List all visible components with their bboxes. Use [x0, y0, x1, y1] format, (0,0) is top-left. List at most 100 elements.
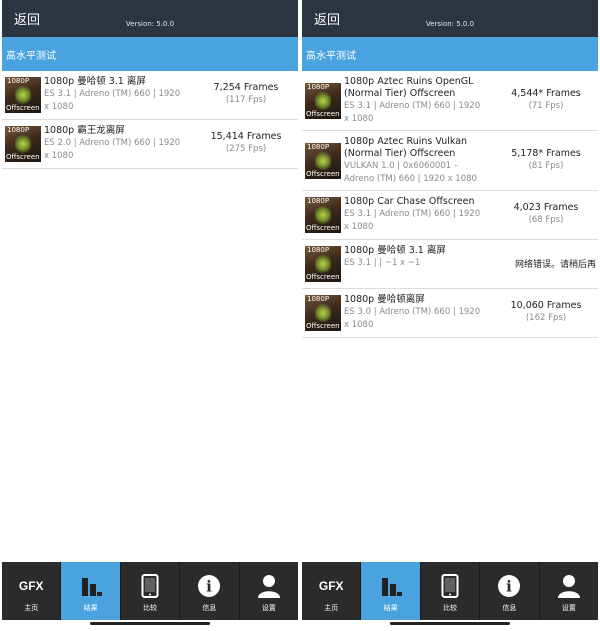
version-label: Version: 5.0.0 — [425, 20, 475, 28]
tab-info[interactable]: i 信息 — [180, 562, 240, 620]
test-thumbnail: 1080P Offscreen — [305, 295, 341, 331]
tab-settings[interactable]: 设置 — [540, 562, 598, 620]
thumbnail-offscreen-label: Offscreen — [306, 273, 340, 281]
thumbnail-art — [315, 205, 331, 225]
thumbnail-art — [315, 91, 331, 111]
svg-text:i: i — [507, 578, 513, 596]
info-icon: i — [497, 574, 521, 602]
test-detail: Adreno (TM) 660 | 1920 x 1080 — [344, 174, 477, 184]
gfx-logo-icon: GFX — [318, 579, 344, 593]
test-detail: ES 3.1 | | ~1 x ~1 — [344, 258, 421, 268]
thumbnail-art — [15, 134, 31, 154]
test-name: 1080p 曼哈顿 3.1 离屏 — [344, 245, 446, 256]
frames-value: 10,060 Frames — [510, 300, 582, 311]
test-thumbnail: 1080P Offscreen — [5, 126, 41, 162]
test-result: 7,254 Frames (117 Fps) — [206, 82, 286, 107]
test-detail: x 1080 — [344, 114, 374, 124]
test-info: 1080p Aztec Ruins Vulkan (Normal Tier) Of… — [344, 136, 504, 186]
test-result: 4,023 Frames (68 Fps) — [506, 202, 586, 227]
tab-label: 设置 — [561, 604, 576, 612]
tab-results[interactable]: 结果 — [361, 562, 421, 620]
test-row[interactable]: 1080P Offscreen 1080p Car Chase Offscreen E… — [302, 191, 598, 240]
test-detail: ES 3.1 | Adreno (TM) 660 | 1920 — [344, 209, 481, 219]
svg-text:i: i — [207, 578, 213, 596]
test-detail: ES 3.1 | Adreno (TM) 660 | 1920 — [344, 101, 481, 111]
test-thumbnail: 1080P Offscreen — [305, 83, 341, 119]
test-row[interactable]: 1080P Offscreen 1080p Aztec Ruins OpenGL (N… — [302, 71, 598, 131]
test-thumbnail: 1080P Offscreen — [305, 246, 341, 282]
bottom-tab-bar: GFX 主页 结果 比较 i 信息 设置 — [302, 562, 598, 620]
tab-label: 结果 — [383, 604, 398, 612]
tab-label: 主页 — [324, 604, 339, 612]
test-name: (Normal Tier) Offscreen — [344, 88, 456, 99]
home-indicator[interactable] — [90, 622, 210, 625]
tab-info[interactable]: i 信息 — [480, 562, 540, 620]
test-name: 1080p Car Chase Offscreen — [344, 196, 475, 207]
tab-settings[interactable]: 设置 — [240, 562, 298, 620]
test-info: 1080p 曼哈顿离屏 ES 3.0 | Adreno (TM) 660 | 19… — [344, 294, 504, 332]
thumbnail-resolution: 1080P — [7, 126, 30, 134]
test-thumbnail: 1080P Offscreen — [305, 197, 341, 233]
thumbnail-art — [15, 85, 31, 105]
test-detail: ES 2.0 | Adreno (TM) 660 | 1920 — [44, 138, 181, 148]
test-row[interactable]: 1080P Offscreen 1080p 曼哈顿 3.1 离屏 ES 3.1 | A… — [2, 71, 298, 120]
home-indicator[interactable] — [390, 622, 510, 625]
info-icon: i — [197, 574, 221, 602]
tab-label: 主页 — [24, 604, 39, 612]
tab-label: 比较 — [443, 604, 458, 612]
thumbnail-resolution: 1080P — [307, 246, 330, 254]
thumbnail-offscreen-label: Offscreen — [306, 322, 340, 330]
thumbnail-resolution: 1080P — [307, 143, 330, 151]
fps-value: (81 Fps) — [528, 161, 564, 171]
left-panel: 返回 Version: 5.0.0 高水平测试 1080P Offscreen 1080p… — [2, 0, 298, 631]
fps-value: (162 Fps) — [525, 313, 567, 323]
test-result: 10,060 Frames (162 Fps) — [506, 300, 586, 325]
thumbnail-offscreen-label: Offscreen — [6, 104, 40, 112]
test-thumbnail: 1080P Offscreen — [305, 143, 341, 179]
section-title: 高水平测试 — [6, 51, 56, 62]
tab-home[interactable]: GFX 主页 — [302, 562, 362, 620]
test-name: 1080p 霸王龙离屏 — [44, 125, 125, 136]
thumbnail-resolution: 1080P — [307, 295, 330, 303]
tab-results[interactable]: 结果 — [61, 562, 121, 620]
test-detail: ES 3.0 | Adreno (TM) 660 | 1920 — [344, 307, 481, 317]
thumbnail-art — [315, 151, 331, 171]
fps-value: (117 Fps) — [225, 95, 267, 105]
thumbnail-offscreen-label: Offscreen — [6, 153, 40, 161]
fps-value: (71 Fps) — [528, 101, 564, 111]
test-list: 1080P Offscreen 1080p 曼哈顿 3.1 离屏 ES 3.1 | A… — [2, 71, 298, 169]
frames-value: 4,023 Frames — [513, 202, 579, 213]
test-row[interactable]: 1080P Offscreen 1080p 曼哈顿离屏 ES 3.0 | Adreno… — [302, 289, 598, 338]
user-icon — [557, 574, 581, 602]
test-row[interactable]: 1080P Offscreen 1080p Aztec Ruins Vulkan (N… — [302, 131, 598, 191]
test-name: 1080p 曼哈顿离屏 — [344, 294, 425, 305]
thumbnail-offscreen-label: Offscreen — [306, 110, 340, 118]
test-detail: ES 3.1 | Adreno (TM) 660 | 1920 — [44, 89, 181, 99]
tab-home[interactable]: GFX 主页 — [2, 562, 62, 620]
tab-compare[interactable]: 比较 — [421, 562, 481, 620]
test-info: 1080p 霸王龙离屏 ES 2.0 | Adreno (TM) 660 | 19… — [44, 125, 204, 163]
gfx-logo-icon: GFX — [18, 579, 44, 593]
test-result: 4,544* Frames (71 Fps) — [506, 88, 586, 113]
thumbnail-art — [315, 303, 331, 323]
tab-compare[interactable]: 比较 — [121, 562, 181, 620]
test-info: 1080p 曼哈顿 3.1 离屏 ES 3.1 | | ~1 x ~1 — [344, 245, 504, 270]
test-list: 1080P Offscreen 1080p Aztec Ruins OpenGL (N… — [302, 71, 598, 338]
tab-label: 信息 — [202, 604, 217, 612]
thumbnail-offscreen-label: Offscreen — [306, 170, 340, 178]
error-message: 网络错误。请稍后再 — [514, 260, 596, 270]
test-detail: x 1080 — [344, 320, 374, 330]
thumbnail-resolution: 1080P — [307, 197, 330, 205]
test-info: 1080p Aztec Ruins OpenGL (Normal Tier) Of… — [344, 76, 504, 126]
phone-icon — [141, 574, 159, 602]
test-info: 1080p 曼哈顿 3.1 离屏 ES 3.1 | Adreno (TM) 660… — [44, 76, 204, 114]
test-detail: x 1080 — [44, 102, 74, 112]
phone-icon — [441, 574, 459, 602]
fps-value: (275 Fps) — [225, 144, 267, 154]
test-detail: x 1080 — [44, 151, 74, 161]
test-info: 1080p Car Chase Offscreen ES 3.1 | Adreno… — [344, 196, 504, 234]
thumbnail-offscreen-label: Offscreen — [306, 224, 340, 232]
test-row[interactable]: 1080P Offscreen 1080p 曼哈顿 3.1 离屏 ES 3.1 | |… — [302, 240, 598, 289]
frames-value: 7,254 Frames — [213, 82, 279, 93]
test-row[interactable]: 1080P Offscreen 1080p 霸王龙离屏 ES 2.0 | Adreno… — [2, 120, 298, 169]
